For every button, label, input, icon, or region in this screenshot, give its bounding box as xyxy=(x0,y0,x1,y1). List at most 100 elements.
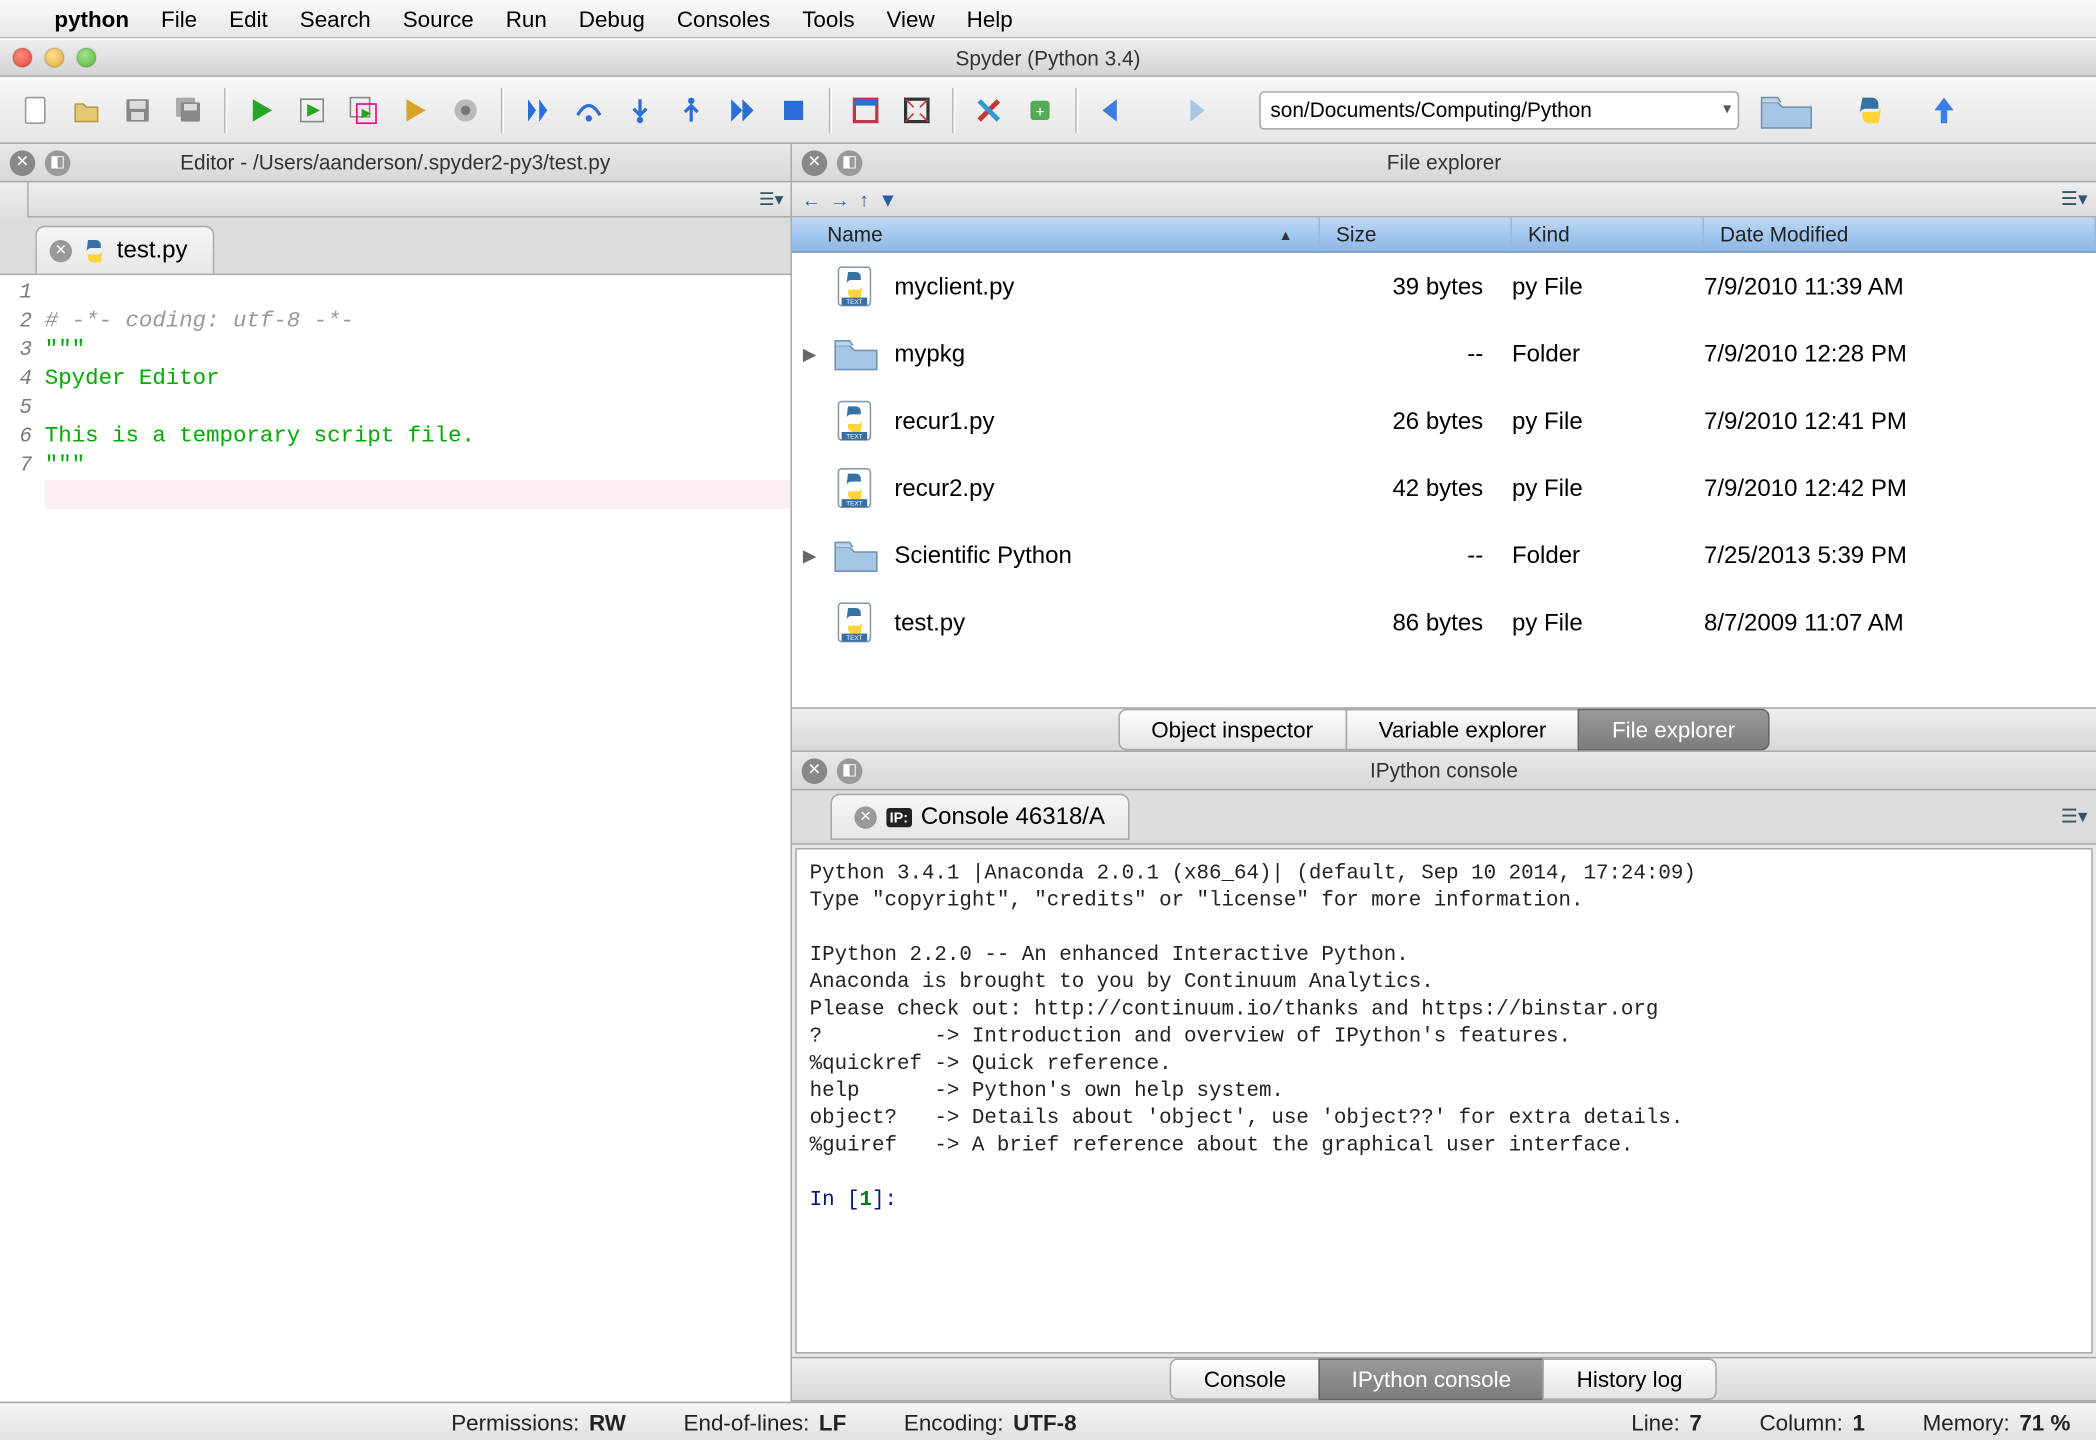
ipython-pane-header: ✕ ◧ IPython console xyxy=(792,752,2096,790)
run-again-button[interactable] xyxy=(392,87,437,132)
python-file-icon xyxy=(82,238,108,264)
file-explorer-toolbar: ← → ↑ ▼ ☰▾ xyxy=(792,182,2096,217)
menu-edit[interactable]: Edit xyxy=(213,6,284,32)
col-name[interactable]: Name xyxy=(792,218,1320,252)
ipython-output[interactable]: Python 3.4.1 |Anaconda 2.0.1 (x86_64)| (… xyxy=(795,848,2093,1354)
preferences-button[interactable] xyxy=(966,87,1011,132)
fe-filter-icon[interactable]: ▼ xyxy=(878,188,897,210)
mac-menubar: python File Edit Search Source Run Debug… xyxy=(0,0,2096,38)
step-over-button[interactable] xyxy=(566,87,611,132)
file-kind: py File xyxy=(1512,474,1704,501)
file-row[interactable]: ▶mypkg--Folder7/9/2010 12:28 PM xyxy=(792,320,2096,387)
file-explorer-columns[interactable]: Name Size Kind Date Modified xyxy=(792,218,2096,253)
col-size[interactable]: Size xyxy=(1320,218,1512,252)
maximize-pane-button[interactable] xyxy=(843,87,888,132)
new-file-button[interactable] xyxy=(13,87,58,132)
sb-eol-label: End-of-lines: xyxy=(684,1409,810,1435)
editor-gutter: 1 2 3 4 5 6 7 xyxy=(0,275,38,1401)
window-title: Spyder (Python 3.4) xyxy=(0,46,2096,70)
menu-view[interactable]: View xyxy=(871,6,951,32)
editor-corner-notch xyxy=(0,182,29,217)
ipython-tab-label: Console 46318/A xyxy=(921,803,1105,830)
code-editor[interactable]: 1 2 3 4 5 6 7 # -*- coding: utf-8 -*- ""… xyxy=(0,275,790,1401)
right-upper-bottom-tabs: Object inspectorVariable explorerFile ex… xyxy=(792,707,2096,752)
fe-up-icon[interactable]: ↑ xyxy=(859,188,869,210)
menu-help[interactable]: Help xyxy=(951,6,1029,32)
app-menu[interactable]: python xyxy=(38,6,145,32)
ipython-prompt-in: In [ xyxy=(810,1187,860,1211)
parent-directory-button[interactable] xyxy=(1922,87,1967,132)
disclosure-triangle-icon[interactable]: ▶ xyxy=(802,545,818,566)
ipython-badge-icon: IP: xyxy=(886,807,911,826)
menu-file[interactable]: File xyxy=(145,6,213,32)
window-titlebar: Spyder (Python 3.4) xyxy=(0,38,2096,76)
ipython-tab-close-icon[interactable]: ✕ xyxy=(854,806,876,828)
col-kind[interactable]: Kind xyxy=(1512,218,1704,252)
ipython-console-tab[interactable]: ✕ IP: Console 46318/A xyxy=(830,794,1129,840)
file-explorer-header: ✕ ◧ File explorer xyxy=(792,144,2096,182)
file-row[interactable]: TEXTrecur1.py26 bytespy File7/9/2010 12:… xyxy=(792,387,2096,454)
file-kind: py File xyxy=(1512,273,1704,300)
forward-button[interactable] xyxy=(1176,87,1221,132)
step-out-button[interactable] xyxy=(669,87,714,132)
bottom-tab[interactable]: IPython console xyxy=(1318,1358,1545,1400)
python-icon[interactable] xyxy=(1848,87,1893,132)
fe-prev-icon[interactable]: ← xyxy=(802,188,821,210)
menu-run[interactable]: Run xyxy=(490,6,563,32)
file-kind: py File xyxy=(1512,609,1704,636)
editor-options-icon[interactable]: ☰▾ xyxy=(758,186,784,212)
ipython-options-icon[interactable]: ☰▾ xyxy=(2061,804,2087,830)
run-cell-button[interactable] xyxy=(290,87,335,132)
bottom-tab[interactable]: Console xyxy=(1170,1358,1319,1400)
file-row[interactable]: TEXTmyclient.py39 bytespy File7/9/2010 1… xyxy=(792,253,2096,320)
fe-options-icon[interactable]: ☰▾ xyxy=(2061,186,2087,212)
bottom-tab[interactable]: Object inspector xyxy=(1118,709,1347,751)
sb-encoding-label: Encoding: xyxy=(904,1409,1004,1435)
ipython-banner-text: Python 3.4.1 |Anaconda 2.0.1 (x86_64)| (… xyxy=(810,861,1696,1157)
pythonpath-button[interactable]: + xyxy=(1018,87,1063,132)
editor-content[interactable]: # -*- coding: utf-8 -*- """ Spyder Edito… xyxy=(38,275,790,1401)
sb-permissions-label: Permissions: xyxy=(451,1409,579,1435)
menu-search[interactable]: Search xyxy=(284,6,387,32)
svg-text:TEXT: TEXT xyxy=(846,501,862,508)
file-row[interactable]: TEXTtest.py86 bytespy File8/7/2009 11:07… xyxy=(792,589,2096,656)
working-directory-combo[interactable]: son/Documents/Computing/Python xyxy=(1259,90,1739,128)
run-button[interactable] xyxy=(238,87,283,132)
file-kind: py File xyxy=(1512,407,1704,434)
sb-column-label: Column: xyxy=(1760,1409,1843,1435)
file-row[interactable]: ▶Scientific Python--Folder7/25/2013 5:39… xyxy=(792,522,2096,589)
file-name: test.py xyxy=(894,609,965,636)
save-button[interactable] xyxy=(115,87,160,132)
disclosure-triangle-icon[interactable]: ▶ xyxy=(802,343,818,364)
file-row[interactable]: TEXTrecur2.py42 bytespy File7/9/2010 12:… xyxy=(792,454,2096,521)
menu-consoles[interactable]: Consoles xyxy=(661,6,786,32)
sb-line: 7 xyxy=(1689,1409,1701,1435)
step-into-button[interactable] xyxy=(618,87,663,132)
python-file-icon: TEXT xyxy=(830,395,881,446)
working-directory-text: son/Documents/Computing/Python xyxy=(1270,98,1591,122)
col-date[interactable]: Date Modified xyxy=(1704,218,2096,252)
stop-debug-button[interactable] xyxy=(771,87,816,132)
save-all-button[interactable] xyxy=(166,87,211,132)
bottom-tab[interactable]: File explorer xyxy=(1578,709,1768,751)
menu-source[interactable]: Source xyxy=(387,6,490,32)
menu-debug[interactable]: Debug xyxy=(563,6,661,32)
file-size: 42 bytes xyxy=(1320,474,1512,501)
continue-button[interactable] xyxy=(720,87,765,132)
debug-button[interactable] xyxy=(515,87,560,132)
run-cell-advance-button[interactable] xyxy=(341,87,386,132)
editor-tab-close-icon[interactable]: ✕ xyxy=(50,239,72,261)
back-button[interactable] xyxy=(1090,87,1135,132)
open-file-button[interactable] xyxy=(64,87,109,132)
menu-tools[interactable]: Tools xyxy=(786,6,870,32)
status-bar: Permissions: RW End-of-lines: LF Encodin… xyxy=(0,1402,2096,1440)
browse-directory-button[interactable] xyxy=(1755,87,1819,132)
fullscreen-button[interactable] xyxy=(894,87,939,132)
bottom-tab[interactable]: Variable explorer xyxy=(1345,709,1580,751)
file-date: 8/7/2009 11:07 AM xyxy=(1704,609,2096,636)
fe-next-icon[interactable]: → xyxy=(830,188,849,210)
run-settings-button[interactable] xyxy=(443,87,488,132)
editor-tab[interactable]: ✕ test.py xyxy=(35,226,215,274)
sb-permissions: RW xyxy=(589,1409,626,1435)
bottom-tab[interactable]: History log xyxy=(1543,1358,1716,1400)
